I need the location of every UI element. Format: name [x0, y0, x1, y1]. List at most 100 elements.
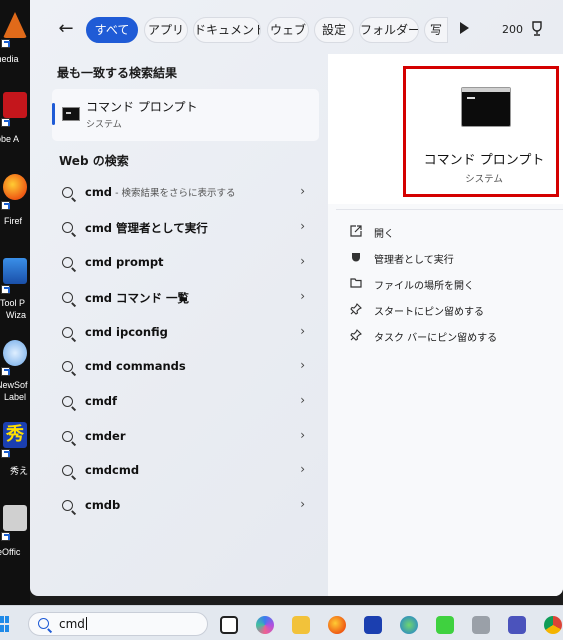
shortcut-arrow-icon — [1, 201, 10, 210]
action-pin-to-start[interactable]: スタートにピン留めする — [336, 298, 556, 322]
best-match-title: コマンド プロンプト — [86, 100, 198, 114]
web-result-row[interactable]: cmder › — [52, 421, 319, 453]
folder-icon — [350, 278, 362, 288]
divider — [336, 209, 563, 210]
search-icon — [62, 500, 73, 511]
web-result-row[interactable]: cmdcmd › — [52, 455, 319, 487]
action-label: タスク バーにピン留めする — [374, 333, 498, 344]
vlc-icon — [3, 12, 27, 38]
web-result-query: cmder — [85, 429, 126, 443]
ledger-icon[interactable] — [436, 616, 454, 634]
search-icon — [38, 618, 49, 629]
shortcut-arrow-icon — [1, 532, 10, 541]
search-panel: ← すべて アプリ ドキュメント ウェブ 設定 フォルダー 写 200 最も一致… — [30, 0, 563, 596]
web-result-row[interactable]: cmd commands › — [52, 351, 319, 383]
filter-bar: ← すべて アプリ ドキュメント ウェブ 設定 フォルダー 写 200 — [30, 10, 563, 48]
task-view-icon[interactable] — [220, 616, 238, 634]
web-result-query: cmd コマンド 一覧 — [85, 291, 190, 305]
scroll-right-icon[interactable] — [460, 22, 469, 34]
document-icon — [3, 505, 27, 531]
detail-subtitle: システム — [465, 174, 503, 185]
shortcut-arrow-icon — [1, 39, 10, 48]
web-result-row[interactable]: cmd - 検索結果をさらに表示する › — [52, 177, 319, 209]
web-result-query: cmd ipconfig — [85, 325, 168, 339]
chevron-right-icon: › — [300, 497, 305, 511]
desktop-icon-label: 秀え — [10, 466, 29, 476]
teams-icon[interactable] — [508, 616, 526, 634]
search-icon — [62, 431, 73, 442]
command-prompt-icon — [62, 107, 80, 121]
web-result-query: cmd 管理者として実行 — [85, 221, 208, 235]
firefox-icon[interactable] — [328, 616, 346, 634]
taskbar: cmd — [0, 605, 563, 640]
search-icon — [62, 327, 73, 338]
chevron-right-icon: › — [300, 289, 305, 303]
search-icon — [62, 257, 73, 268]
search-icon — [62, 465, 73, 476]
web-result-row[interactable]: cmdb › — [52, 490, 319, 522]
search-icon — [62, 222, 73, 233]
firefox-icon — [3, 174, 27, 200]
web-result-query: cmd — [85, 185, 113, 199]
desktop-icons: media obe A Firef iTool P Wiza NewSof La… — [0, 0, 30, 605]
chevron-right-icon: › — [300, 393, 305, 407]
web-result-query: cmdf — [85, 394, 118, 408]
filter-apps[interactable]: アプリ — [144, 17, 188, 43]
chevron-right-icon: › — [300, 428, 305, 442]
desktop-icon-label: obe A — [0, 134, 20, 144]
shortcut-arrow-icon — [1, 367, 10, 376]
chevron-right-icon: › — [300, 184, 305, 198]
web-result-row[interactable]: cmd 管理者として実行 › — [52, 212, 319, 244]
web-result-row[interactable]: cmd コマンド 一覧 › — [52, 282, 319, 314]
filter-settings[interactable]: 設定 — [314, 17, 354, 43]
action-label: 管理者として実行 — [374, 255, 454, 266]
filter-folders[interactable]: フォルダー — [359, 17, 419, 43]
action-open[interactable]: 開く — [336, 220, 556, 244]
acrobat-icon — [3, 92, 27, 118]
action-label: ファイルの場所を開く — [374, 281, 474, 292]
desktop-icon-label: iTool P — [0, 298, 26, 308]
photo-icon[interactable] — [472, 616, 490, 634]
filter-photos[interactable]: 写 — [424, 17, 448, 43]
best-match-card[interactable]: コマンド プロンプト システム — [52, 89, 319, 141]
desktop-icon-label: NewSof — [0, 380, 28, 390]
search-icon — [62, 292, 73, 303]
trophy-icon[interactable] — [530, 21, 544, 37]
shortcut-arrow-icon — [1, 449, 10, 458]
desktop-icon-label: reOffic — [0, 547, 21, 557]
windows-start-icon[interactable] — [0, 616, 9, 632]
copilot-icon[interactable] — [256, 616, 274, 634]
open-icon — [350, 225, 362, 237]
shortcut-arrow-icon — [1, 285, 10, 294]
action-open-file-location[interactable]: ファイルの場所を開く — [336, 272, 556, 296]
web-result-row[interactable]: cmd prompt › — [52, 247, 319, 279]
web-result-query: cmdb — [85, 498, 121, 512]
globe-icon[interactable] — [400, 616, 418, 634]
action-pin-to-taskbar[interactable]: タスク バーにピン留めする — [336, 324, 556, 348]
disc-icon — [3, 340, 27, 366]
text-caret — [85, 617, 87, 630]
shield-icon — [352, 253, 360, 262]
chevron-right-icon: › — [300, 219, 305, 233]
desktop-icon-label: media — [0, 54, 19, 64]
taskbar-search-input[interactable]: cmd — [28, 612, 208, 636]
chevron-right-icon: › — [300, 358, 305, 372]
web-result-row[interactable]: cmd ipconfig › — [52, 317, 319, 349]
desktop-icon-label: Label — [4, 392, 27, 402]
web-result-suffix: - 検索結果をさらに表示する — [112, 188, 236, 199]
filter-documents[interactable]: ドキュメント — [193, 17, 261, 43]
chevron-right-icon: › — [300, 324, 305, 338]
filter-all[interactable]: すべて — [86, 17, 138, 43]
filter-web[interactable]: ウェブ — [267, 17, 309, 43]
file-explorer-icon[interactable] — [292, 616, 310, 634]
action-label: スタートにピン留めする — [374, 307, 484, 318]
back-arrow-icon[interactable]: ← — [54, 18, 78, 40]
rewards-count: 200 — [502, 23, 523, 36]
hidemaru-icon[interactable] — [364, 616, 382, 634]
web-result-row[interactable]: cmdf › — [52, 386, 319, 418]
detail-title: コマンド プロンプト — [423, 153, 545, 168]
search-text: cmd — [59, 617, 85, 631]
action-run-as-admin[interactable]: 管理者として実行 — [336, 246, 556, 270]
desktop-icon-label: Wiza — [6, 310, 26, 320]
chrome-icon[interactable] — [544, 616, 562, 634]
